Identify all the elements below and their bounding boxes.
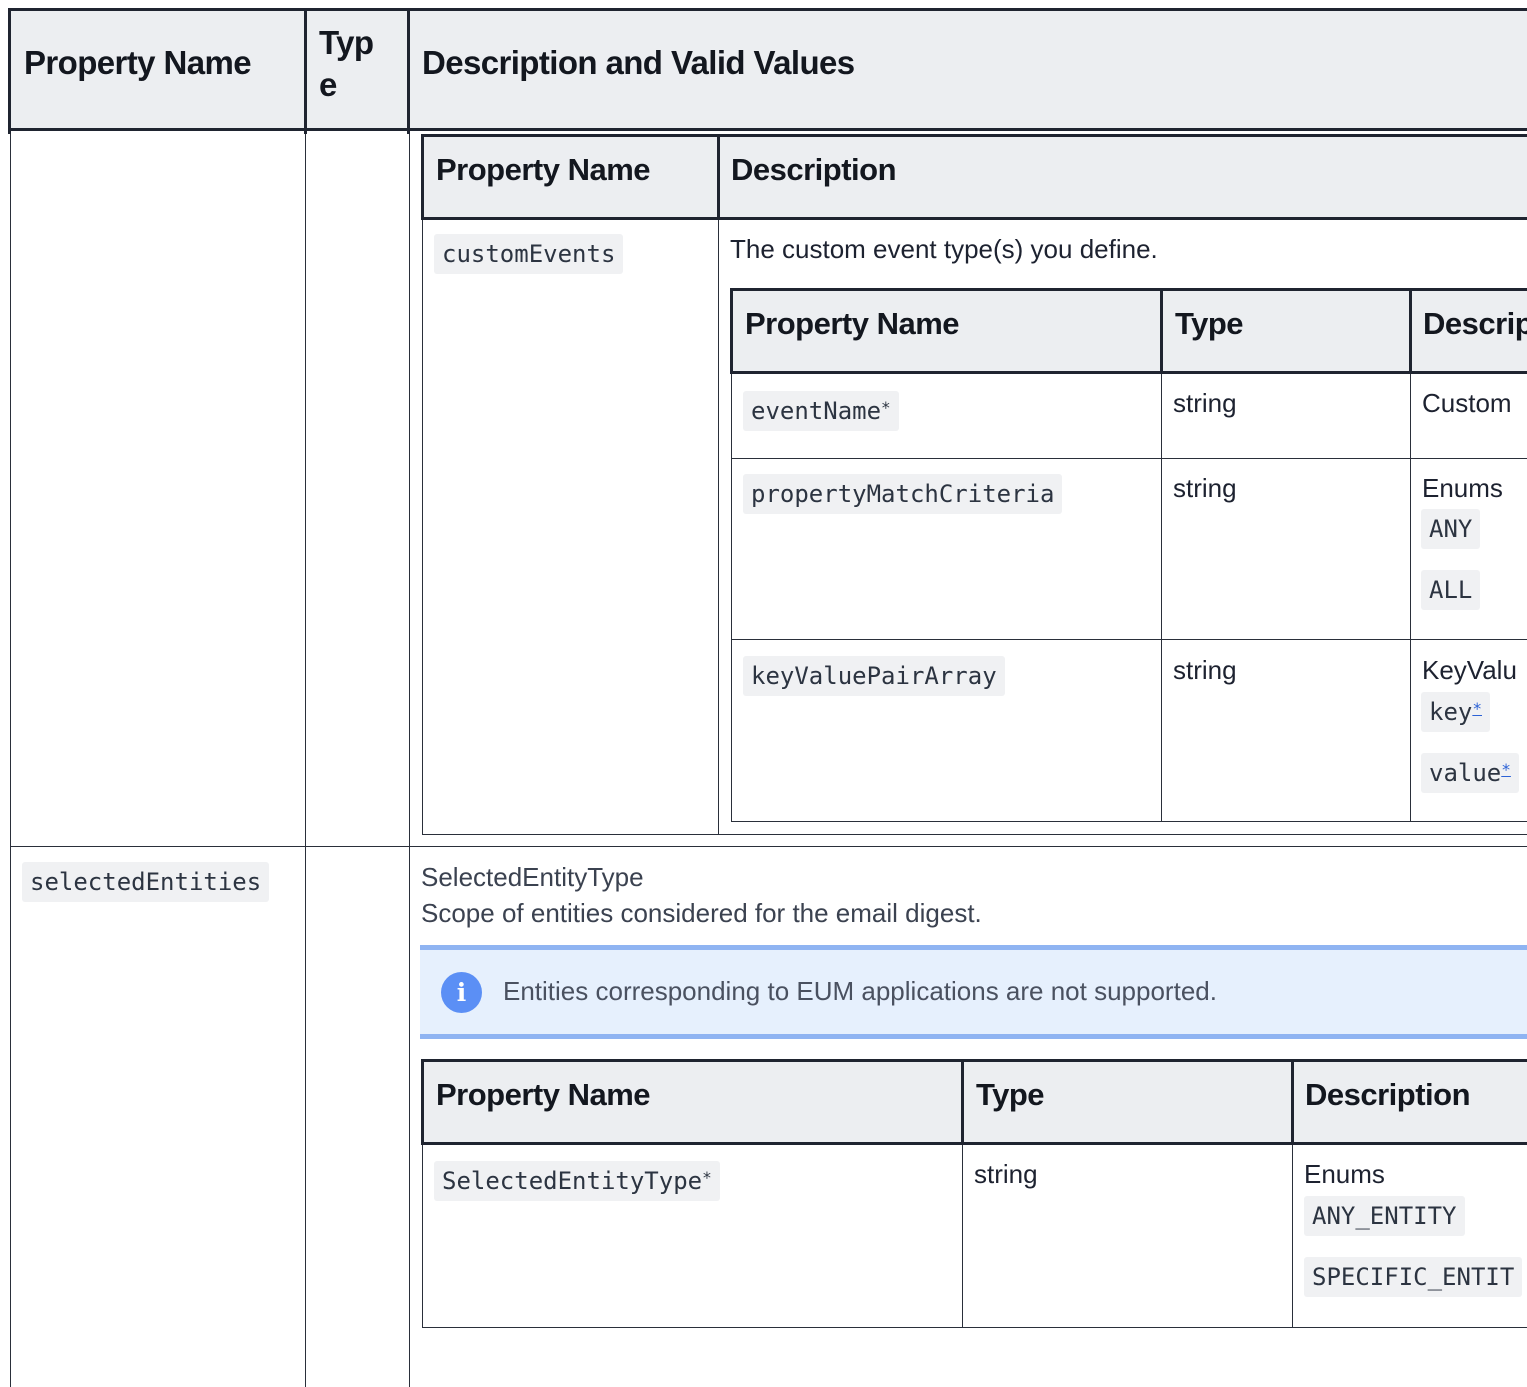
value-required-link[interactable]: * — [1501, 760, 1511, 779]
selected-entity-type-label: SelectedEntityType — [442, 1167, 703, 1195]
nested1-header-property-name: Property Name — [436, 152, 651, 187]
custom-events-code: customEvents — [434, 234, 624, 274]
enum-any-entity: ANY_ENTITY — [1304, 1196, 1465, 1236]
nested-table-event-properties: Property Name Type Descrip eventName* st… — [730, 288, 1527, 824]
eventname-description: Custom — [1422, 388, 1512, 418]
enum-any: ANY — [1421, 509, 1481, 549]
value-label: value — [1429, 759, 1502, 787]
nested-table-selected-entity: Property Name Type Description SelectedE… — [421, 1059, 1527, 1329]
nested1-header-description: Description — [731, 152, 897, 187]
key-required-link[interactable]: * — [1472, 699, 1482, 718]
document-page: Property Name Typ e Description and Vali… — [0, 0, 1527, 1387]
eventname-type: string — [1173, 388, 1237, 418]
nested3-header-type: Type — [976, 1077, 1045, 1112]
selected-entity-description: Scope of entities considered for the ema… — [421, 898, 982, 928]
outer-header-description: Description and Valid Values — [422, 44, 855, 81]
table-row-key-value-pair-array-code: keyValuePairArray — [743, 656, 1005, 696]
property-match-criteria-type: string — [1173, 473, 1237, 503]
key-value-pair-array-type: string — [1173, 655, 1237, 685]
info-callout-text: Entities corresponding to EUM applicatio… — [503, 976, 1217, 1006]
required-marker: * — [702, 1168, 712, 1187]
table-row-eventname-code: eventName* — [743, 391, 899, 431]
selected-entities-code: selectedEntities — [22, 862, 270, 902]
key-label: key — [1429, 698, 1473, 726]
info-callout: i Entities corresponding to EUM applicat… — [420, 945, 1527, 1039]
nested2-header-description: Descrip — [1423, 306, 1527, 341]
key-value-pair-array-description: KeyValu — [1422, 655, 1517, 685]
selected-entity-type-name: SelectedEntityType — [421, 862, 644, 892]
selected-entity-type-code: SelectedEntityType* — [434, 1161, 720, 1201]
table-row-property-match-criteria-code: propertyMatchCriteria — [743, 474, 1063, 514]
required-marker: * — [881, 398, 891, 417]
key-code: key* — [1421, 692, 1490, 732]
outer-header-property-name: Property Name — [24, 44, 252, 81]
outer-header-type-part1: Typ — [319, 24, 374, 61]
property-match-criteria-description: Enums — [1422, 473, 1503, 503]
selected-entity-type-description: Enums — [1304, 1159, 1385, 1189]
nested2-header-property-name: Property Name — [745, 306, 960, 341]
enum-specific-entity: SPECIFIC_ENTIT — [1304, 1257, 1523, 1297]
enum-all: ALL — [1421, 570, 1481, 610]
selected-entity-type-type: string — [974, 1159, 1038, 1189]
value-code: value* — [1421, 753, 1519, 793]
nested2-header-type: Type — [1175, 306, 1244, 341]
nested-table-custom-events: Property Name Description customEvents T… — [421, 134, 1527, 836]
outer-header-type-part2: e — [319, 66, 337, 103]
info-icon: i — [441, 972, 482, 1013]
eventname-label: eventName — [751, 397, 882, 425]
nested3-header-property-name: Property Name — [436, 1077, 651, 1112]
custom-events-description: The custom event type(s) you define. — [730, 234, 1158, 264]
nested3-header-description: Description — [1305, 1077, 1471, 1112]
